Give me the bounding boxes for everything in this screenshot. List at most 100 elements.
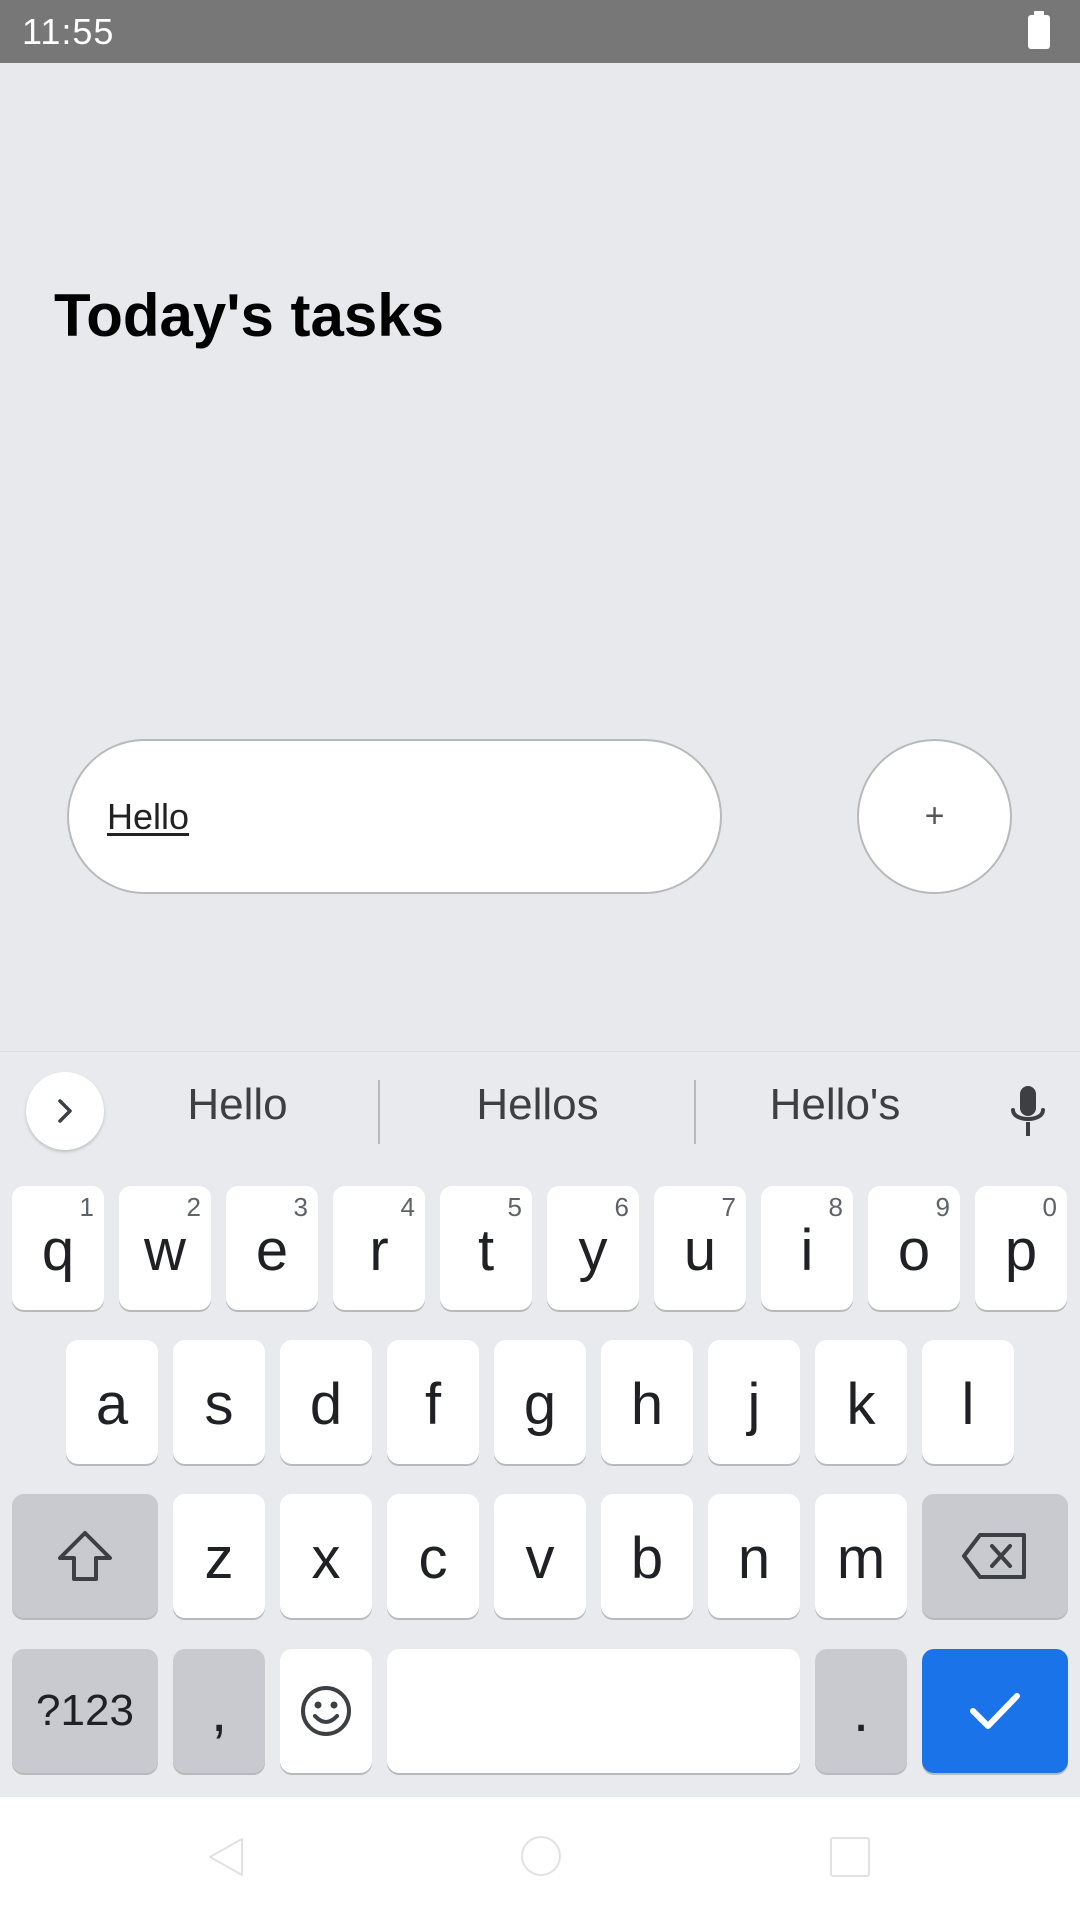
- add-task-button[interactable]: +: [857, 739, 1012, 894]
- key-f[interactable]: f: [387, 1340, 479, 1464]
- checkmark-icon: [970, 1693, 1020, 1729]
- key-label: a: [95, 1371, 129, 1437]
- space-key[interactable]: [387, 1649, 800, 1773]
- key-hint: 9: [935, 1192, 950, 1222]
- key-label: l: [961, 1371, 975, 1437]
- page-title: Today's tasks: [54, 282, 444, 349]
- recents-icon[interactable]: [830, 1837, 870, 1877]
- suggestion-1[interactable]: Hello: [150, 1080, 325, 1130]
- suggestion-3[interactable]: Hello's: [740, 1080, 930, 1130]
- key-hint: 2: [186, 1192, 201, 1222]
- key-j[interactable]: j: [708, 1340, 800, 1464]
- suggestion-divider: [378, 1080, 380, 1144]
- backspace-key[interactable]: [922, 1494, 1068, 1618]
- key-c[interactable]: c: [387, 1494, 479, 1618]
- key-label: i: [800, 1217, 814, 1283]
- key-g[interactable]: g: [494, 1340, 586, 1464]
- key-hint: 5: [507, 1192, 522, 1222]
- key-y[interactable]: y 6: [547, 1186, 639, 1310]
- key-label: h: [630, 1371, 664, 1437]
- battery-full-icon: [1028, 10, 1050, 49]
- key-o[interactable]: o 9: [868, 1186, 960, 1310]
- key-b[interactable]: b: [601, 1494, 693, 1618]
- task-input-value: Hello: [107, 795, 190, 837]
- symbols-label: ?123: [36, 1686, 134, 1735]
- comma-label: ,: [210, 1678, 228, 1744]
- key-l[interactable]: l: [922, 1340, 1014, 1464]
- period-label: .: [852, 1678, 870, 1744]
- system-nav-bar: [0, 1797, 1080, 1920]
- key-r[interactable]: r 4: [333, 1186, 425, 1310]
- key-w[interactable]: w 2: [119, 1186, 211, 1310]
- key-q[interactable]: q 1: [12, 1186, 104, 1310]
- status-time: 11:55: [22, 10, 115, 52]
- key-label: v: [525, 1525, 555, 1591]
- key-label: c: [418, 1525, 448, 1591]
- expand-toolbar-button[interactable]: [26, 1072, 104, 1150]
- voice-input-button[interactable]: [1000, 1082, 1056, 1142]
- key-hint: 6: [614, 1192, 629, 1222]
- key-label: u: [683, 1217, 717, 1283]
- period-key[interactable]: .: [815, 1649, 907, 1773]
- comma-key[interactable]: ,: [173, 1649, 265, 1773]
- key-label: t: [477, 1217, 495, 1283]
- key-label: x: [311, 1525, 341, 1591]
- back-icon[interactable]: [206, 1835, 246, 1879]
- app-content: Today's tasks Hello +: [0, 63, 1080, 1053]
- key-hint: 1: [79, 1192, 94, 1222]
- key-label: s: [204, 1371, 234, 1437]
- key-label: w: [144, 1217, 186, 1283]
- key-h[interactable]: h: [601, 1340, 693, 1464]
- key-label: k: [846, 1371, 876, 1437]
- key-v[interactable]: v: [494, 1494, 586, 1618]
- emoji-icon: [301, 1686, 351, 1736]
- emoji-key[interactable]: [280, 1649, 372, 1773]
- key-e[interactable]: e 3: [226, 1186, 318, 1310]
- add-button-label: +: [924, 797, 945, 835]
- key-hint: 3: [293, 1192, 308, 1222]
- key-t[interactable]: t 5: [440, 1186, 532, 1310]
- key-p[interactable]: p 0: [975, 1186, 1067, 1310]
- key-label: j: [747, 1371, 761, 1437]
- task-input[interactable]: Hello: [67, 739, 722, 894]
- key-label: f: [424, 1371, 442, 1437]
- key-hint: 4: [400, 1192, 415, 1222]
- status-bar: 11:55: [0, 0, 1080, 63]
- shift-icon: [58, 1531, 112, 1581]
- backspace-icon: [962, 1533, 1026, 1579]
- key-i[interactable]: i 8: [761, 1186, 853, 1310]
- key-x[interactable]: x: [280, 1494, 372, 1618]
- key-hint: 8: [828, 1192, 843, 1222]
- key-s[interactable]: s: [173, 1340, 265, 1464]
- soft-keyboard: Hello Hellos Hello's q 1 w 2 e 3 r 4 t 5…: [0, 1051, 1080, 1797]
- key-label: g: [523, 1371, 557, 1437]
- key-label: e: [255, 1217, 289, 1283]
- key-label: r: [369, 1217, 389, 1283]
- key-z[interactable]: z: [173, 1494, 265, 1618]
- key-u[interactable]: u 7: [654, 1186, 746, 1310]
- chevron-right-icon: [58, 1099, 72, 1123]
- home-icon[interactable]: [521, 1836, 561, 1876]
- microphone-icon: [1011, 1086, 1045, 1136]
- key-k[interactable]: k: [815, 1340, 907, 1464]
- key-label: m: [836, 1525, 886, 1591]
- key-label: n: [737, 1525, 771, 1591]
- suggestion-divider: [694, 1080, 696, 1144]
- key-hint: 0: [1042, 1192, 1057, 1222]
- key-d[interactable]: d: [280, 1340, 372, 1464]
- key-label: y: [578, 1217, 608, 1283]
- shift-key[interactable]: [12, 1494, 158, 1618]
- key-m[interactable]: m: [815, 1494, 907, 1618]
- key-label: p: [1004, 1217, 1038, 1283]
- done-key[interactable]: [922, 1649, 1068, 1773]
- key-n[interactable]: n: [708, 1494, 800, 1618]
- symbols-key[interactable]: ?123: [12, 1649, 158, 1773]
- suggestion-strip: Hello Hellos Hello's: [0, 1052, 1080, 1168]
- key-hint: 7: [721, 1192, 736, 1222]
- key-label: o: [897, 1217, 931, 1283]
- key-label: d: [309, 1371, 343, 1437]
- suggestion-2[interactable]: Hellos: [430, 1080, 645, 1130]
- key-label: b: [630, 1525, 664, 1591]
- key-label: q: [41, 1217, 75, 1283]
- key-a[interactable]: a: [66, 1340, 158, 1464]
